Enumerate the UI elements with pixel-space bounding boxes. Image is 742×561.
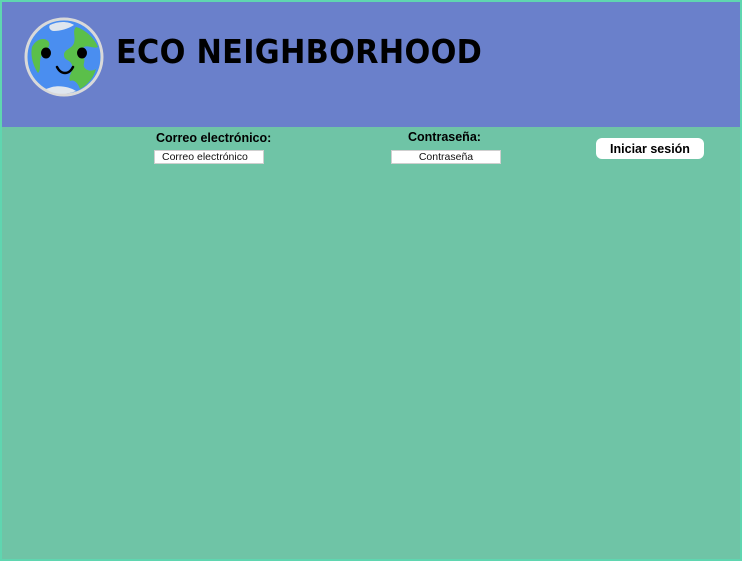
- login-button[interactable]: Iniciar sesión: [596, 138, 704, 159]
- password-label: Contraseña:: [408, 130, 481, 144]
- header-bar: ECO NEIGHBORHOOD: [2, 2, 740, 127]
- email-field[interactable]: [154, 150, 264, 164]
- email-label: Correo electrónico:: [156, 131, 272, 145]
- app-window: ECO NEIGHBORHOOD Correo electrónico: Con…: [0, 0, 742, 561]
- password-field[interactable]: [391, 150, 501, 164]
- smiling-earth-icon: [24, 17, 104, 97]
- app-title: ECO NEIGHBORHOOD: [116, 32, 483, 71]
